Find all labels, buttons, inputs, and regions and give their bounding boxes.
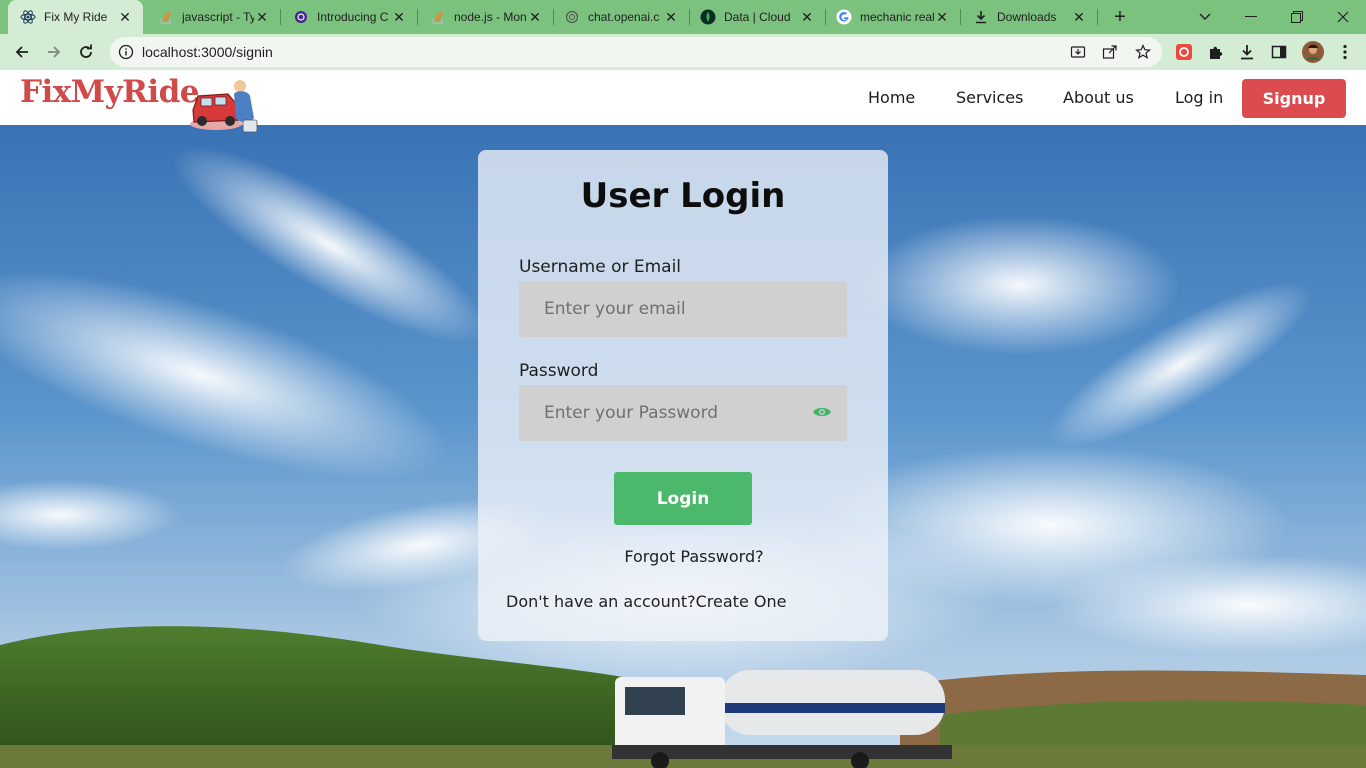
tab-title: Data | Cloud [724, 10, 791, 24]
profile-avatar[interactable] [1302, 41, 1324, 63]
close-icon[interactable]: ✕ [1071, 9, 1087, 25]
tab-introducing[interactable]: Introducing C ✕ [281, 0, 417, 34]
password-label: Password [519, 361, 599, 381]
new-tab-button[interactable]: + [1108, 5, 1132, 29]
close-icon[interactable]: ✕ [391, 9, 407, 25]
page-viewport: FixMyRide Home Services About us Log in … [0, 70, 1366, 768]
window-close-icon[interactable] [1320, 0, 1366, 34]
tab-javascript[interactable]: javascript - Ty ✕ [144, 0, 280, 34]
tab-mechanic-google[interactable]: mechanic real ✕ [826, 0, 960, 34]
site-navbar: FixMyRide Home Services About us Log in … [0, 70, 1366, 133]
address-bar[interactable]: localhost:3000/signin [110, 37, 1162, 67]
nav-home-link[interactable]: Home [868, 88, 915, 107]
forward-arrow-icon[interactable] [40, 38, 68, 66]
site-info-icon[interactable] [118, 44, 134, 64]
create-account-link[interactable]: Don't have an account?Create One [506, 592, 786, 611]
tab-title: Fix My Ride [44, 10, 108, 24]
tab-data-cloud[interactable]: Data | Cloud ✕ [690, 0, 825, 34]
url-text: localhost:3000/signin [142, 44, 273, 60]
nav-services-link[interactable]: Services [956, 88, 1023, 107]
downloads-icon[interactable] [1238, 43, 1256, 61]
extension-red-icon[interactable] [1175, 43, 1193, 61]
reload-icon[interactable] [72, 38, 100, 66]
tab-title: mechanic real [860, 10, 934, 24]
share-icon[interactable] [1102, 44, 1118, 60]
stackoverflow-icon [158, 9, 174, 25]
react-icon [20, 9, 36, 25]
tab-downloads[interactable]: Downloads ✕ [961, 0, 1097, 34]
minimize-icon[interactable] [1228, 0, 1274, 34]
restore-icon[interactable] [1274, 0, 1320, 34]
close-icon[interactable]: ✕ [117, 9, 133, 25]
back-arrow-icon[interactable] [8, 38, 36, 66]
nav-about-link[interactable]: About us [1063, 88, 1134, 107]
login-title: User Login [580, 176, 786, 216]
install-app-icon[interactable] [1070, 44, 1086, 60]
extensions-puzzle-icon[interactable] [1207, 43, 1225, 61]
close-icon[interactable]: ✕ [254, 9, 270, 25]
mechanic-car-logo-icon [190, 80, 258, 133]
google-icon [836, 9, 852, 25]
login-submit-button[interactable]: Login [614, 472, 752, 525]
openai-icon [293, 9, 309, 25]
password-input[interactable] [519, 385, 847, 441]
side-panel-icon[interactable] [1270, 43, 1288, 61]
mongodb-leaf-icon [700, 9, 716, 25]
tab-title: Introducing C [317, 10, 389, 24]
nav-login-link[interactable]: Log in [1175, 88, 1223, 107]
browser-menu-icon[interactable] [1336, 43, 1354, 61]
tab-nodejs[interactable]: node.js - Mon ✕ [418, 0, 553, 34]
close-icon[interactable]: ✕ [527, 9, 543, 25]
signup-button[interactable]: Signup [1242, 79, 1346, 118]
close-icon[interactable]: ✕ [799, 9, 815, 25]
download-icon [973, 9, 989, 25]
tab-title: javascript - Ty [182, 10, 254, 24]
tab-title: chat.openai.c [588, 10, 660, 24]
bookmark-star-icon[interactable] [1135, 44, 1151, 60]
tab-separator [1097, 9, 1098, 25]
show-password-eye-icon[interactable] [812, 404, 832, 423]
forgot-password-link[interactable]: Forgot Password? [478, 547, 910, 566]
browser-tab-strip: Fix My Ride ✕ javascript - Ty ✕ Introduc… [0, 0, 1366, 34]
username-input[interactable] [519, 281, 847, 337]
tab-fix-my-ride[interactable]: Fix My Ride ✕ [8, 0, 143, 34]
login-card: User Login Username or Email Password Lo… [478, 150, 888, 641]
tab-chat-openai[interactable]: chat.openai.c ✕ [554, 0, 689, 34]
tab-search-chevron-icon[interactable] [1182, 0, 1228, 34]
stackoverflow-icon [430, 9, 446, 25]
username-label: Username or Email [519, 257, 682, 277]
tab-title: Downloads [997, 10, 1057, 24]
close-icon[interactable]: ✕ [934, 9, 950, 25]
openai-icon [564, 9, 580, 25]
site-logo[interactable]: FixMyRide [20, 74, 200, 110]
browser-toolbar: localhost:3000/signin [0, 34, 1366, 70]
tab-title: node.js - Mon [454, 10, 527, 24]
close-icon[interactable]: ✕ [663, 9, 679, 25]
truck-image [612, 670, 952, 768]
